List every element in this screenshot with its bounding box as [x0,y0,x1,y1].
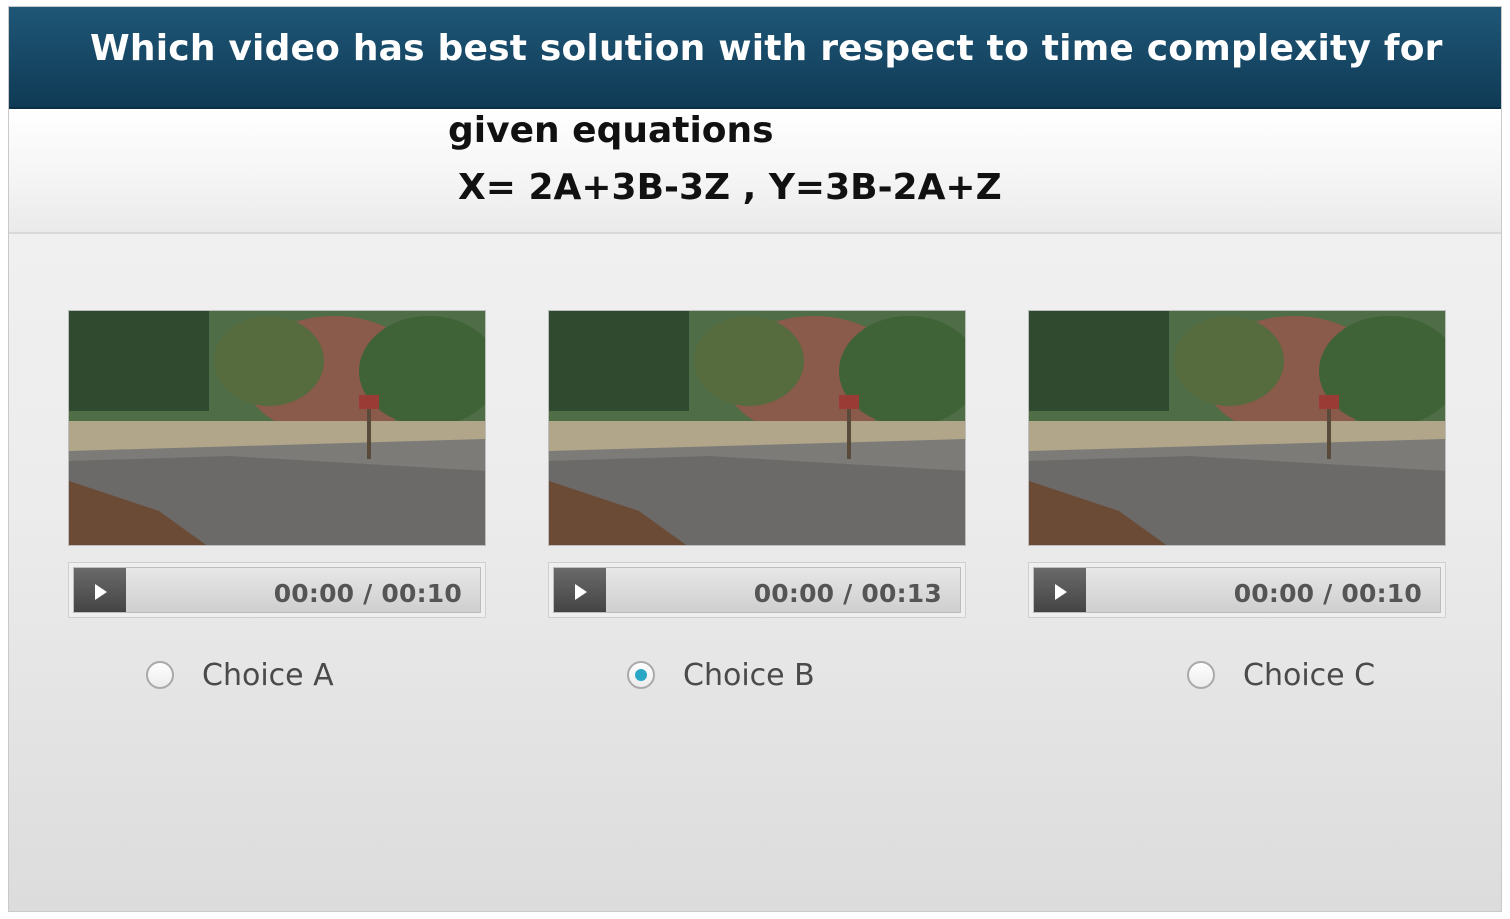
play-icon[interactable] [74,568,126,612]
video-card-c: 00:00 / 00:10 [1028,310,1446,618]
choice-a-radio[interactable] [146,661,174,689]
question-equations: X= 2A+3B-3Z , Y=3B-2A+Z [458,167,1002,208]
road-scene-image [1029,311,1445,545]
choice-a-label: Choice A [202,657,334,693]
choice-c-radio[interactable] [1187,661,1215,689]
video-player-controls-a: 00:00 / 00:10 [68,562,486,618]
video-thumbnail-c[interactable] [1028,310,1446,546]
play-icon[interactable] [1034,568,1086,612]
seek-bar-b[interactable]: 00:00 / 00:13 [553,567,961,613]
video-thumbnail-a[interactable] [68,310,486,546]
question-title-line-1: Which video has best solution with respe… [90,28,1443,69]
choice-a-option[interactable]: Choice A [146,655,334,695]
choice-b-radio[interactable] [627,661,655,689]
video-time-c: 00:00 / 00:10 [1233,579,1422,608]
choice-c-label: Choice C [1243,657,1376,693]
video-player-controls-b: 00:00 / 00:13 [548,562,966,618]
video-time-a: 00:00 / 00:10 [273,579,462,608]
choice-b-label: Choice B [683,657,815,693]
video-time-b: 00:00 / 00:13 [753,579,942,608]
play-icon[interactable] [554,568,606,612]
road-scene-image [549,311,965,545]
choice-c-option[interactable]: Choice C [1187,655,1375,695]
seek-bar-a[interactable]: 00:00 / 00:10 [73,567,481,613]
video-card-a: 00:00 / 00:10 [68,310,486,618]
video-card-b: 00:00 / 00:13 [548,310,966,618]
video-thumbnail-b[interactable] [548,310,966,546]
road-scene-image [69,311,485,545]
choice-b-option[interactable]: Choice B [627,655,815,695]
seek-bar-c[interactable]: 00:00 / 00:10 [1033,567,1441,613]
video-player-controls-c: 00:00 / 00:10 [1028,562,1446,618]
question-title-line-2: given equations [448,110,774,151]
